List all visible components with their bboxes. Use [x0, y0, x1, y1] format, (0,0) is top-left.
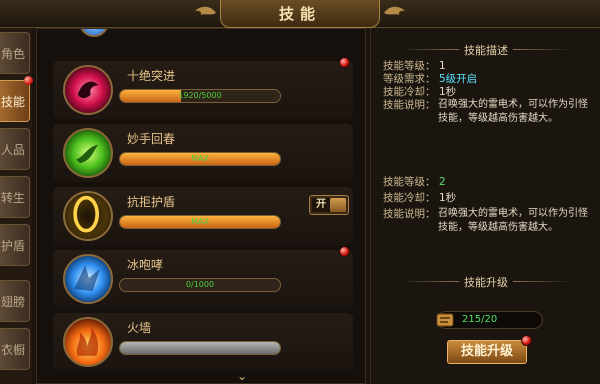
sidebar-tab-label: 角色	[0, 46, 25, 61]
info-label: 技能等级：	[383, 176, 436, 188]
section-title-description: 技能描述	[371, 42, 600, 57]
skill-progress-bar: 1920/5000	[119, 89, 281, 103]
skill-name: 火墙	[127, 321, 152, 335]
sidebar-tab-shield[interactable]: 护盾	[0, 224, 30, 266]
info-label: 等级需求：	[383, 73, 436, 85]
skill-row-huoqiang[interactable]: 火墙	[53, 313, 353, 371]
sidebar-tab-label: 人品	[0, 142, 25, 157]
sidebar-tab-role[interactable]: 角色	[0, 32, 30, 74]
skill-progress-bar: MAX	[119, 152, 281, 166]
skill-name: 妙手回春	[127, 132, 176, 146]
info-label: 技能冷却：	[383, 192, 436, 204]
divider	[513, 281, 571, 282]
sidebar-tab-label: 护盾	[0, 238, 25, 253]
auto-cast-toggle[interactable]: 开	[309, 195, 349, 215]
info-label: 技能说明：	[383, 208, 436, 220]
next-desc-row: 技能说明：	[383, 208, 439, 221]
skill-list[interactable]: 十绝突进 1920/5000 妙手回春 MAX 抗拒护盾 MAX 开 冰咆哮 0…	[36, 28, 366, 384]
next-level-row: 技能等级： 2	[383, 176, 446, 189]
toggle-label: 开	[312, 198, 330, 212]
skill-name: 冰咆哮	[127, 258, 164, 272]
sidebar: 角色 技能 人品 转生 护盾 翅膀 衣橱	[0, 28, 33, 384]
current-desc-row: 技能说明：	[383, 99, 439, 112]
sidebar-tab-label: 衣橱	[0, 342, 25, 357]
skill-name: 十绝突进	[127, 69, 176, 83]
next-cooldown-row: 技能冷却： 1秒	[383, 192, 456, 205]
skill-progress-bar	[119, 341, 281, 355]
skill-row-kangju[interactable]: 抗拒护盾 MAX 开	[53, 187, 353, 245]
sidebar-tab-wings[interactable]: 翅膀	[0, 280, 30, 322]
window-header: 技能	[0, 0, 600, 28]
skill-name: 抗拒护盾	[127, 195, 176, 209]
toggle-knob	[330, 198, 346, 212]
sidebar-tab-label: 技能	[0, 94, 25, 109]
upgrade-skill-button[interactable]: 技能升级	[447, 340, 527, 364]
alert-dot-icon	[339, 246, 350, 257]
divider	[401, 49, 459, 50]
upgrade-cost: 215/20	[436, 311, 543, 329]
section-title-text: 技能描述	[464, 44, 508, 57]
sidebar-tab-character[interactable]: 人品	[0, 128, 30, 170]
info-value: 2	[439, 176, 446, 188]
sidebar-tab-skill[interactable]: 技能	[0, 80, 30, 122]
progress-text: 1920/5000	[178, 91, 222, 100]
progress-text: MAX	[191, 217, 209, 226]
fire-wall-icon	[63, 317, 113, 367]
skill-detail-panel: 技能描述 技能等级： 1 等级需求： 5级开启 技能冷却： 1秒 技能说明： 召…	[370, 28, 600, 384]
skill-row-shijue[interactable]: 十绝突进 1920/5000	[53, 57, 353, 119]
dragon-fist-icon	[63, 65, 113, 115]
skill-progress-bar: MAX	[119, 215, 281, 229]
sidebar-tab-label: 翅膀	[0, 294, 25, 309]
sidebar-tab-rebirth[interactable]: 转生	[0, 176, 30, 218]
current-level-row: 技能等级： 1	[383, 60, 446, 73]
sidebar-tab-wardrobe[interactable]: 衣橱	[0, 328, 30, 370]
progress-text: 0/1000	[185, 280, 215, 289]
section-title-upgrade: 技能升级	[371, 274, 600, 289]
cost-text: 215/20	[462, 314, 498, 325]
healing-vine-icon	[63, 128, 113, 178]
info-label: 技能说明：	[383, 99, 436, 111]
notification-dot-icon	[24, 76, 33, 85]
dragon-ornament-icon	[384, 6, 405, 15]
skill-progress-bar: 0/1000	[119, 278, 281, 292]
page-title: 技能	[220, 0, 380, 28]
section-title-text: 技能升级	[464, 276, 508, 289]
scroll-down-icon[interactable]: ⌄	[237, 369, 247, 383]
alert-dot-icon	[521, 335, 532, 346]
skill-icon-partial	[79, 29, 109, 37]
golden-shield-icon	[63, 191, 113, 241]
info-value: 1	[439, 60, 446, 72]
info-label: 技能冷却：	[383, 86, 436, 98]
skill-book-icon	[436, 313, 454, 327]
info-value: 5级开启	[439, 73, 478, 85]
current-description: 召唤强大的雷电术，可以作为引怪技能，等级越高伤害越大。	[438, 99, 588, 124]
progress-text: MAX	[191, 154, 209, 163]
skill-row-bingpaoxiao[interactable]: 冰咆哮 0/1000	[53, 246, 353, 308]
divider	[401, 281, 459, 282]
dragon-ornament-icon	[195, 6, 216, 15]
ice-roar-icon	[63, 254, 113, 304]
level-requirement-row: 等级需求： 5级开启	[383, 73, 477, 86]
info-label: 技能等级：	[383, 60, 436, 72]
next-description: 召唤强大的雷电术，可以作为引怪技能，等级越高伤害越大。	[438, 208, 588, 233]
info-value: 1秒	[439, 192, 457, 204]
skill-row-miaoshou[interactable]: 妙手回春 MAX	[53, 124, 353, 182]
sidebar-tab-label: 转生	[0, 190, 25, 205]
alert-dot-icon	[339, 57, 350, 68]
progress-text	[120, 342, 280, 354]
divider	[513, 49, 571, 50]
